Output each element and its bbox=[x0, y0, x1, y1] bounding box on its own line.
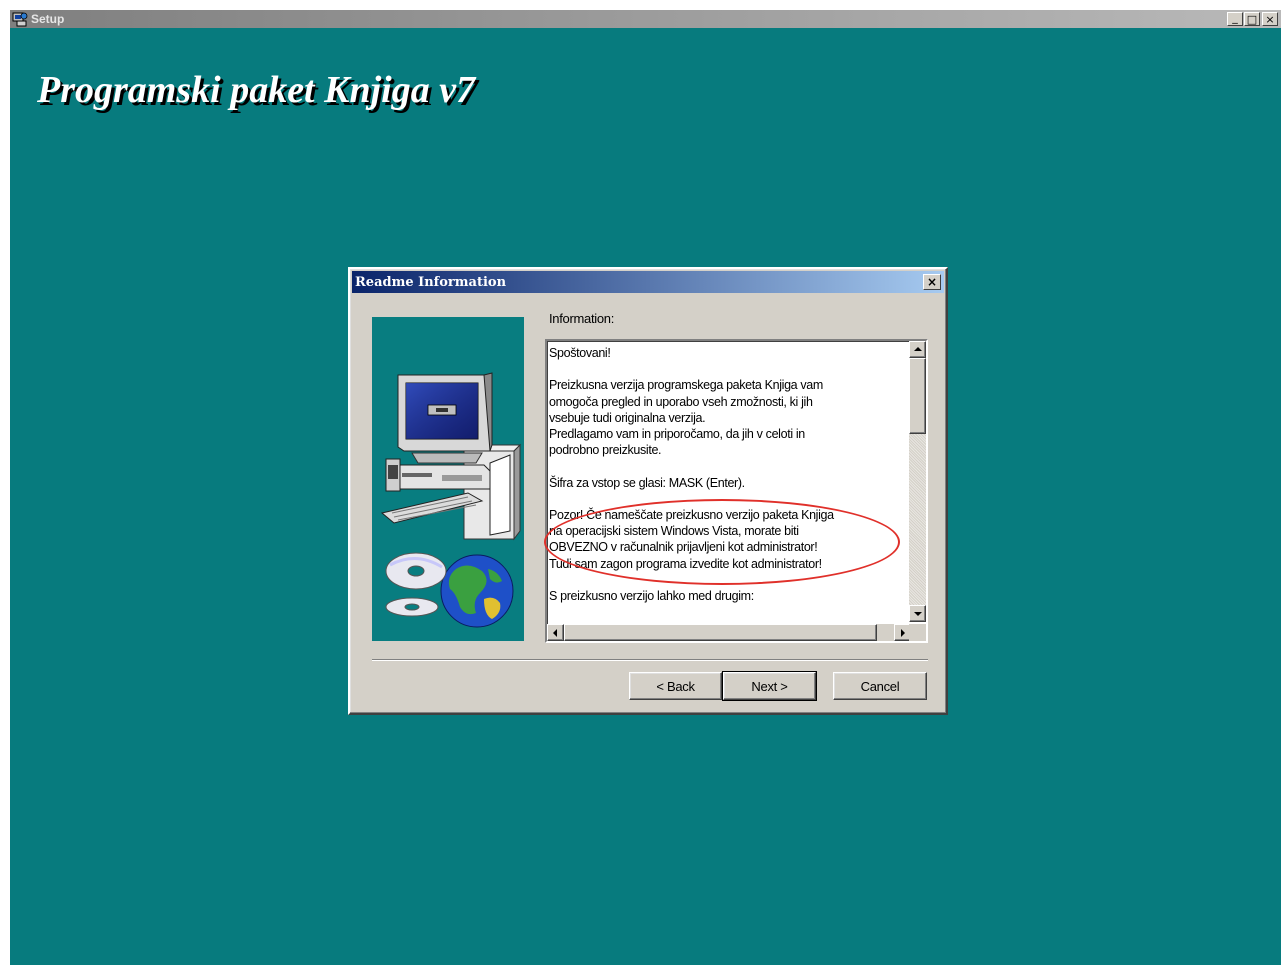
arrow-down-icon bbox=[914, 612, 922, 616]
dialog-title: Readme Information bbox=[355, 275, 507, 290]
information-label: Information: bbox=[549, 311, 615, 326]
dialog-close-button[interactable]: × bbox=[923, 274, 941, 290]
readme-line: podrobno preizkusite. bbox=[549, 443, 662, 458]
back-button[interactable]: < Back bbox=[629, 672, 722, 700]
arrow-right-icon bbox=[901, 629, 905, 637]
readme-dialog: Readme Information × Information: Spošto… bbox=[348, 267, 948, 715]
vertical-scrollbar[interactable] bbox=[909, 341, 926, 622]
maximize-icon: □ bbox=[1246, 12, 1258, 26]
cd-icon bbox=[385, 552, 447, 617]
close-icon: × bbox=[1265, 12, 1275, 26]
horizontal-scroll-thumb[interactable] bbox=[564, 624, 877, 641]
desktop: Setup _ □ × Programski paket Knjiga v7 R… bbox=[10, 10, 1281, 965]
readme-line: Preizkusna verzija programskega paketa K… bbox=[549, 378, 823, 393]
readme-line: Pozor! Če nameščate preizkusno verzijo p… bbox=[549, 507, 834, 522]
readme-line: na operacijski sistem Windows Vista, mor… bbox=[549, 524, 799, 539]
next-button[interactable]: Next > bbox=[722, 671, 817, 701]
setup-window-titlebar: Setup _ □ × bbox=[10, 10, 1281, 28]
readme-line: Šifra za vstop se glasi: MASK (Enter). bbox=[549, 475, 745, 490]
scrollbar-corner bbox=[909, 624, 926, 641]
window-title: Setup bbox=[31, 12, 65, 26]
readme-line: Tudi sam zagon programa izvedite kot adm… bbox=[549, 556, 822, 571]
readme-textbox[interactable]: Spoštovani! Preizkusna verzija programske… bbox=[545, 339, 928, 643]
globe-icon bbox=[440, 554, 514, 628]
horizontal-scrollbar[interactable] bbox=[547, 624, 911, 641]
readme-line: Predlagamo vam in priporočamo, da jih v … bbox=[549, 427, 805, 441]
maximize-button[interactable]: □ bbox=[1244, 12, 1260, 26]
computer-illustration bbox=[380, 372, 522, 628]
banner-title: Programski paket Knjiga v7 bbox=[37, 69, 476, 111]
scroll-left-button[interactable] bbox=[547, 624, 564, 641]
close-icon: × bbox=[926, 275, 938, 289]
readme-line: omogoča pregled in uporabo vseh zmožnost… bbox=[549, 394, 813, 409]
dialog-titlebar: Readme Information × bbox=[352, 271, 944, 293]
readme-line: OBVEZNO v računalnik prijavljeni kot adm… bbox=[549, 540, 818, 555]
readme-line: vsebuje tudi originalna verzija. bbox=[549, 410, 706, 425]
setup-illustration bbox=[372, 317, 524, 641]
readme-line bbox=[549, 491, 905, 507]
readme-line: S preizkusno verzijo lahko med drugim: bbox=[549, 588, 754, 603]
readme-line bbox=[549, 361, 905, 377]
readme-line: Spoštovani! bbox=[549, 346, 611, 360]
readme-text: Spoštovani! Preizkusna verzija programske… bbox=[549, 345, 905, 623]
arrow-up-icon bbox=[914, 347, 922, 351]
scroll-down-button[interactable] bbox=[909, 605, 926, 622]
window-close-button[interactable]: × bbox=[1262, 12, 1278, 26]
vertical-scroll-thumb[interactable] bbox=[909, 358, 926, 434]
readme-line bbox=[549, 458, 905, 474]
scroll-up-button[interactable] bbox=[909, 341, 926, 358]
arrow-left-icon bbox=[553, 629, 557, 637]
setup-app-icon bbox=[12, 12, 28, 27]
readme-line bbox=[549, 572, 905, 588]
minimize-icon: _ bbox=[1232, 10, 1238, 24]
minimize-button[interactable]: _ bbox=[1227, 12, 1243, 26]
cancel-button[interactable]: Cancel bbox=[833, 672, 927, 700]
button-separator bbox=[372, 659, 928, 661]
